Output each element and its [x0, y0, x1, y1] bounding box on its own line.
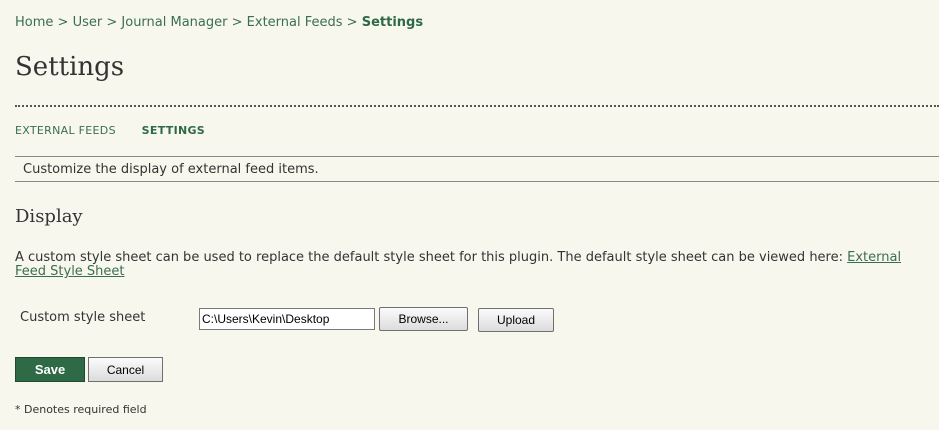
display-intro: A custom style sheet can be used to repl…: [15, 251, 930, 279]
breadcrumb-journal-manager[interactable]: Journal Manager: [121, 15, 227, 30]
tab-settings[interactable]: SETTINGS: [142, 124, 205, 137]
upload-button[interactable]: Upload: [478, 308, 554, 332]
page: Home > User > Journal Manager > External…: [0, 0, 939, 430]
tab-external-feeds[interactable]: EXTERNAL FEEDS: [15, 124, 116, 137]
description-bar: Customize the display of external feed i…: [15, 156, 939, 182]
cancel-button[interactable]: Cancel: [88, 357, 163, 382]
save-button[interactable]: Save: [15, 357, 85, 382]
breadcrumb-current[interactable]: Settings: [362, 15, 423, 30]
title-divider: [15, 105, 939, 107]
display-heading: Display: [15, 206, 83, 227]
breadcrumb-separator: >: [231, 15, 243, 30]
breadcrumb-separator: >: [106, 15, 118, 30]
breadcrumb-user[interactable]: User: [73, 15, 103, 30]
page-title: Settings: [15, 52, 125, 82]
description-text: Customize the display of external feed i…: [23, 162, 319, 177]
style-sheet-file-input[interactable]: C:\Users\Kevin\Desktop: [199, 308, 375, 330]
browse-button[interactable]: Browse...: [379, 307, 468, 331]
breadcrumb: Home > User > Journal Manager > External…: [15, 15, 423, 30]
display-intro-text: A custom style sheet can be used to repl…: [15, 250, 848, 265]
breadcrumb-separator: >: [57, 15, 69, 30]
required-field-note: * Denotes required field: [15, 403, 147, 416]
breadcrumb-home[interactable]: Home: [15, 15, 53, 30]
breadcrumb-external-feeds[interactable]: External Feeds: [247, 15, 343, 30]
section-tabs: EXTERNAL FEEDS SETTINGS: [15, 124, 227, 137]
breadcrumb-separator: >: [346, 15, 358, 30]
custom-style-sheet-label: Custom style sheet: [20, 310, 146, 325]
